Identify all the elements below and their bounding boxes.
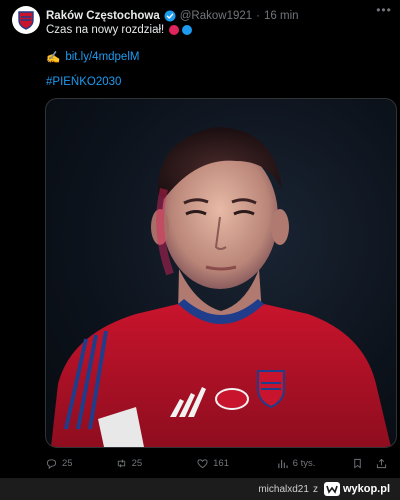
share-icon — [376, 458, 387, 468]
tweet-actions: 25 25 161 6 tys. — [46, 456, 390, 470]
like-button[interactable]: 161 — [197, 458, 277, 469]
reply-icon — [46, 458, 57, 469]
retweet-icon — [117, 459, 125, 467]
views-button[interactable]: 6 tys. — [277, 458, 353, 469]
tweet-link-line: ✍️ bit.ly/4mdpelM — [46, 50, 139, 64]
retweet-button[interactable]: 25 — [116, 458, 198, 469]
club-crest-icon — [18, 11, 34, 30]
player-photo-icon — [51, 127, 391, 447]
more-options-icon[interactable]: ••• — [374, 4, 394, 18]
tweet-text-content: Czas na nowy rozdział! — [46, 24, 165, 36]
like-count: 161 — [213, 457, 229, 469]
writing-hand-emoji-icon: ✍️ — [46, 52, 61, 64]
watermark-site: wykop.pl — [342, 483, 390, 495]
tweet-hashtag[interactable]: #PIEŃKO2030 — [46, 76, 121, 88]
views-chart-icon — [277, 459, 288, 468]
author-name[interactable]: Raków Częstochowa — [46, 10, 160, 22]
retweet-count: 25 — [131, 457, 143, 469]
tweet-media-image[interactable] — [45, 98, 397, 448]
avatar[interactable] — [12, 6, 40, 34]
watermark-user: michalxd21 — [258, 483, 309, 495]
watermark-z: z — [312, 483, 318, 495]
tweet-header: Raków Częstochowa @Rakow1921 · 16 min — [46, 8, 388, 24]
reply-button[interactable]: 25 — [46, 458, 116, 469]
bookmark-button[interactable] — [352, 458, 376, 469]
tweet[interactable]: Raków Częstochowa @Rakow1921 · 16 min ••… — [0, 0, 400, 478]
separator-dot: · — [256, 10, 261, 22]
bookmark-icon — [354, 458, 361, 469]
tweet-time[interactable]: 16 min — [264, 10, 299, 22]
views-count: 6 tys. — [292, 457, 316, 469]
tweet-text: Czas na nowy rozdział! — [46, 24, 193, 36]
wykop-logo-icon — [323, 482, 340, 496]
red-circle-emoji-icon — [169, 25, 180, 35]
author-handle[interactable]: @Rakow1921 — [180, 10, 252, 22]
verified-badge-icon — [164, 10, 176, 22]
watermark-bar: michalxd21 z wykop.pl — [0, 478, 400, 500]
reply-count: 25 — [62, 457, 73, 469]
heart-icon — [197, 458, 208, 468]
tweet-link[interactable]: bit.ly/4mdpelM — [65, 51, 139, 63]
share-button[interactable] — [376, 458, 390, 469]
blue-circle-emoji-icon — [182, 25, 193, 35]
